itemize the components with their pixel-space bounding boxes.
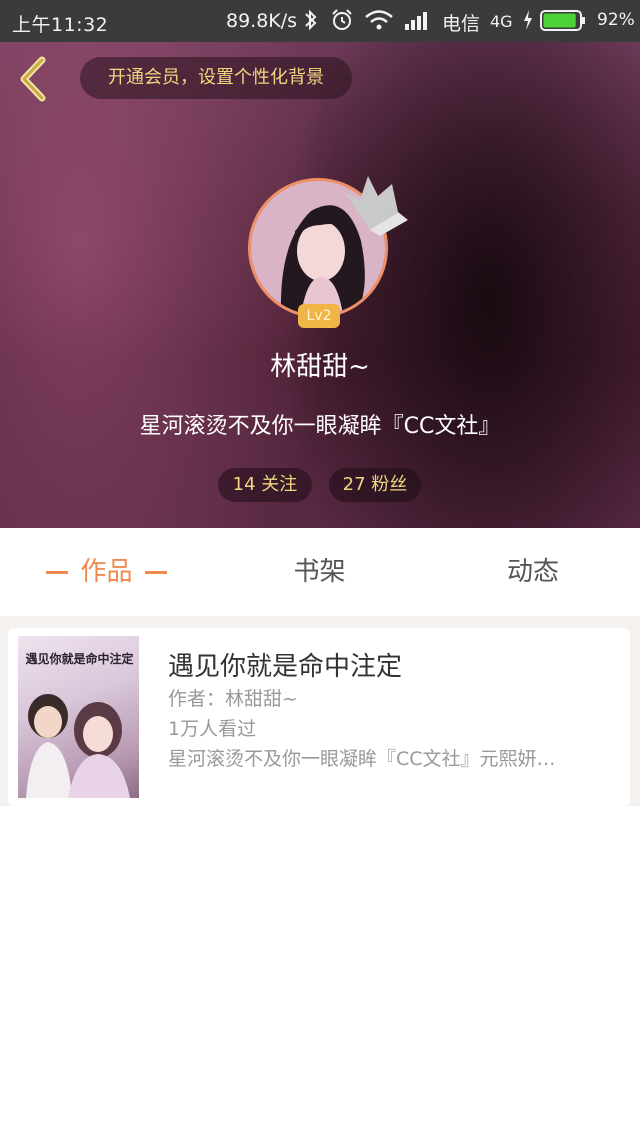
profile-tabs: 作品 书架 动态 <box>0 528 640 616</box>
status-network: 4G <box>490 12 513 31</box>
signature: 星河滚烫不及你一眼凝眸『CC文社』 <box>139 414 501 439</box>
status-net-speed: 89.8K/s <box>226 10 298 32</box>
battery-icon <box>540 10 586 31</box>
tab-works[interactable]: 作品 <box>0 528 213 616</box>
username: 林甜甜~ <box>270 352 370 382</box>
tab-active-indicator-left <box>46 571 69 574</box>
wifi-icon <box>364 9 394 36</box>
charging-icon <box>522 9 534 36</box>
signal-icon <box>404 10 432 35</box>
book-views: 1万人看过 <box>168 718 257 740</box>
book-description: 星河滚烫不及你一眼凝眸『CC文社』元熙妍… <box>168 748 556 770</box>
tab-active-indicator-right <box>144 571 167 574</box>
follow-count-button[interactable]: 14 关注 <box>218 468 312 502</box>
level-badge: Lv2 <box>298 304 340 328</box>
book-author: 作者：林甜甜~ <box>168 688 298 710</box>
profile-header: 开通会员，设置个性化背景 Lv2 林甜甜~ 星河滚烫不及你一眼凝眸『CC文社』 … <box>0 42 640 528</box>
tab-works-label: 作品 <box>80 557 133 587</box>
fans-count-button[interactable]: 27 粉丝 <box>329 468 421 502</box>
tab-bookshelf-label: 书架 <box>293 557 346 587</box>
alarm-icon <box>330 8 354 37</box>
tab-activity[interactable]: 动态 <box>426 528 640 616</box>
book-cover-title: 遇见你就是命中注定 <box>25 652 134 666</box>
book-list-item[interactable]: 遇见你就是命中注定 遇见你就是命中注定 作者：林甜甜~ 1万人看过 星河滚烫不及… <box>8 628 630 806</box>
book-title: 遇见你就是命中注定 <box>168 652 403 682</box>
back-button[interactable] <box>10 54 56 104</box>
status-battery-pct: 92% <box>597 10 635 30</box>
tab-bookshelf[interactable]: 书架 <box>213 528 426 616</box>
tab-activity-label: 动态 <box>506 557 559 587</box>
status-time: 上午11:32 <box>12 14 109 36</box>
status-carrier: 电信 <box>442 13 481 35</box>
back-arrow-icon <box>20 56 46 102</box>
crown-icon <box>344 176 408 236</box>
bluetooth-icon <box>302 8 320 37</box>
status-bar: 上午11:32 89.8K/s 电信 4G 92% <box>0 0 640 42</box>
vip-background-button[interactable]: 开通会员，设置个性化背景 <box>80 57 352 99</box>
book-cover[interactable]: 遇见你就是命中注定 <box>18 636 139 798</box>
